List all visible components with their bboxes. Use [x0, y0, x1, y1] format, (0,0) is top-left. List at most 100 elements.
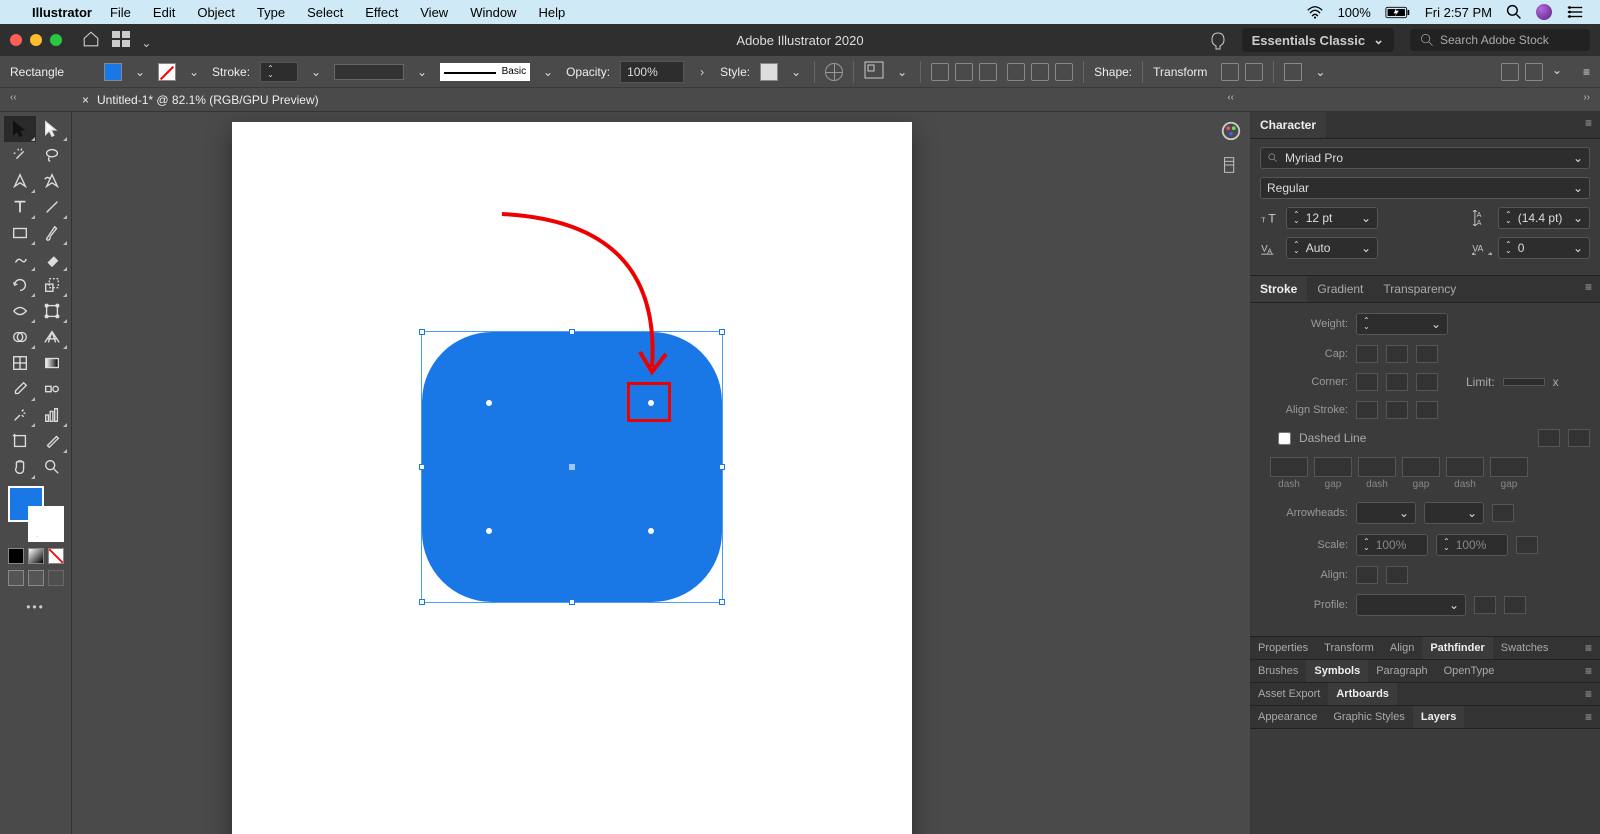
panel-menu-icon[interactable]: ≡	[1577, 660, 1600, 682]
align-to-dropdown-icon[interactable]: ⌄	[894, 65, 910, 79]
line-segment-tool[interactable]	[36, 194, 68, 220]
panel-menu-icon[interactable]: ≡	[1577, 276, 1600, 302]
wifi-icon[interactable]	[1306, 6, 1324, 19]
lasso-tool[interactable]	[36, 142, 68, 168]
fill-swatch[interactable]	[104, 63, 122, 81]
leading-input[interactable]: ⌃⌄ (14.4 pt) ⌄	[1498, 207, 1590, 229]
fill-stroke-swatch[interactable]	[8, 486, 64, 542]
selection-handle[interactable]	[419, 464, 425, 470]
arrange-documents-icon[interactable]: ⌄	[112, 31, 151, 50]
corner-round-icon[interactable]	[1386, 373, 1408, 391]
menu-object[interactable]: Object	[197, 5, 235, 20]
scale-tool[interactable]	[36, 272, 68, 298]
draw-behind-icon[interactable]	[28, 570, 44, 586]
color-mode-gradient[interactable]	[28, 548, 44, 564]
tab-layers[interactable]: Layers	[1413, 706, 1464, 728]
perspective-grid-tool[interactable]	[36, 324, 68, 350]
tab-close-icon[interactable]: ×	[82, 93, 89, 107]
tab-asset-export[interactable]: Asset Export	[1250, 683, 1328, 705]
dash-input-3[interactable]	[1446, 457, 1484, 477]
gap-input-2[interactable]	[1402, 457, 1440, 477]
tracking-input[interactable]: ⌃⌄ 0 ⌄	[1498, 237, 1590, 259]
panel-menu-icon[interactable]: ≡	[1577, 637, 1600, 659]
font-style-dropdown[interactable]: Regular ⌄	[1260, 177, 1590, 199]
align-right-icon[interactable]	[979, 63, 997, 81]
profile-dropdown-icon[interactable]: ⌄	[414, 65, 430, 79]
menu-edit[interactable]: Edit	[153, 5, 175, 20]
paintbrush-tool[interactable]	[36, 220, 68, 246]
selection-handle[interactable]	[719, 464, 725, 470]
arrowhead-start-dropdown[interactable]: ⌄	[1356, 502, 1416, 524]
style-dropdown-icon[interactable]: ⌄	[788, 65, 804, 79]
dash-input-2[interactable]	[1358, 457, 1396, 477]
eraser-tool[interactable]	[36, 246, 68, 272]
arrow-align-end-icon[interactable]	[1386, 566, 1408, 584]
workspace-switcher[interactable]: Essentials Classic ⌄	[1242, 28, 1394, 52]
user-avatar-icon[interactable]	[1536, 4, 1552, 20]
selection-handle[interactable]	[419, 329, 425, 335]
artboard-tool[interactable]	[4, 428, 36, 454]
swap-arrowheads-icon[interactable]	[1492, 504, 1514, 522]
tab-swatches[interactable]: Swatches	[1493, 637, 1557, 659]
align-stroke-center-icon[interactable]	[1356, 401, 1378, 419]
menu-window[interactable]: Window	[470, 5, 516, 20]
stroke-profile-dropdown[interactable]: ⌄	[1356, 594, 1466, 616]
pref-icon-1[interactable]	[1501, 63, 1519, 81]
flip-along-icon[interactable]	[1474, 596, 1496, 614]
dash-align-corner-icon[interactable]	[1568, 429, 1590, 447]
tab-opentype[interactable]: OpenType	[1436, 660, 1503, 682]
shape-builder-tool[interactable]	[4, 324, 36, 350]
align-stroke-inside-icon[interactable]	[1386, 401, 1408, 419]
slice-tool[interactable]	[36, 428, 68, 454]
tab-appearance[interactable]: Appearance	[1250, 706, 1325, 728]
color-mode-none[interactable]	[48, 548, 64, 564]
align-to-icon[interactable]	[864, 61, 884, 82]
gradient-tool[interactable]	[36, 350, 68, 376]
gap-input-3[interactable]	[1490, 457, 1528, 477]
color-guide-panel-icon[interactable]	[1220, 154, 1242, 176]
rectangle-tool[interactable]	[4, 220, 36, 246]
maximize-window-button[interactable]	[50, 34, 62, 46]
collapse-right-icon[interactable]: ››	[1577, 90, 1596, 105]
hand-tool[interactable]	[4, 454, 36, 480]
pen-tool[interactable]	[4, 168, 36, 194]
menu-file[interactable]: File	[110, 5, 131, 20]
variable-width-profile[interactable]	[334, 64, 404, 80]
link-scale-icon[interactable]	[1516, 536, 1538, 554]
cap-round-icon[interactable]	[1386, 345, 1408, 363]
curvature-tool[interactable]	[36, 168, 68, 194]
draw-inside-icon[interactable]	[48, 570, 64, 586]
corner-miter-icon[interactable]	[1356, 373, 1378, 391]
pref-icon-2[interactable]	[1525, 63, 1543, 81]
opacity-input[interactable]: 100%	[620, 61, 684, 83]
gap-input-1[interactable]	[1314, 457, 1352, 477]
panel-menu-icon[interactable]: ≡	[1583, 65, 1590, 79]
align-left-icon[interactable]	[931, 63, 949, 81]
tab-transform[interactable]: Transform	[1316, 637, 1382, 659]
stroke-swatch[interactable]	[158, 63, 176, 81]
blend-tool[interactable]	[36, 376, 68, 402]
panel-menu-icon[interactable]: ≡	[1577, 706, 1600, 728]
menu-view[interactable]: View	[420, 5, 448, 20]
stroke-color-swatch[interactable]	[28, 506, 64, 542]
panel-menu-icon[interactable]: ≡	[1577, 683, 1600, 705]
align-hcenter-icon[interactable]	[955, 63, 973, 81]
align-vcenter-icon[interactable]	[1031, 63, 1049, 81]
tab-artboards[interactable]: Artboards	[1328, 683, 1397, 705]
tab-stroke[interactable]: Stroke	[1250, 276, 1307, 302]
align-top-icon[interactable]	[1007, 63, 1025, 81]
menu-effect[interactable]: Effect	[365, 5, 398, 20]
tab-brushes[interactable]: Brushes	[1250, 660, 1306, 682]
brush-dropdown-icon[interactable]: ⌄	[540, 65, 556, 79]
tab-symbols[interactable]: Symbols	[1306, 660, 1368, 682]
cap-projecting-icon[interactable]	[1416, 345, 1438, 363]
rotate-tool[interactable]	[4, 272, 36, 298]
brush-definition[interactable]: Basic	[440, 63, 530, 81]
collapse-left-icon[interactable]: ‹‹	[4, 90, 23, 105]
flip-across-icon[interactable]	[1504, 596, 1526, 614]
tab-paragraph[interactable]: Paragraph	[1368, 660, 1435, 682]
opacity-dropdown-icon[interactable]: ›	[694, 65, 710, 79]
live-corner-widget[interactable]	[484, 398, 494, 408]
dashed-line-checkbox[interactable]	[1278, 432, 1291, 445]
width-tool[interactable]	[4, 298, 36, 324]
